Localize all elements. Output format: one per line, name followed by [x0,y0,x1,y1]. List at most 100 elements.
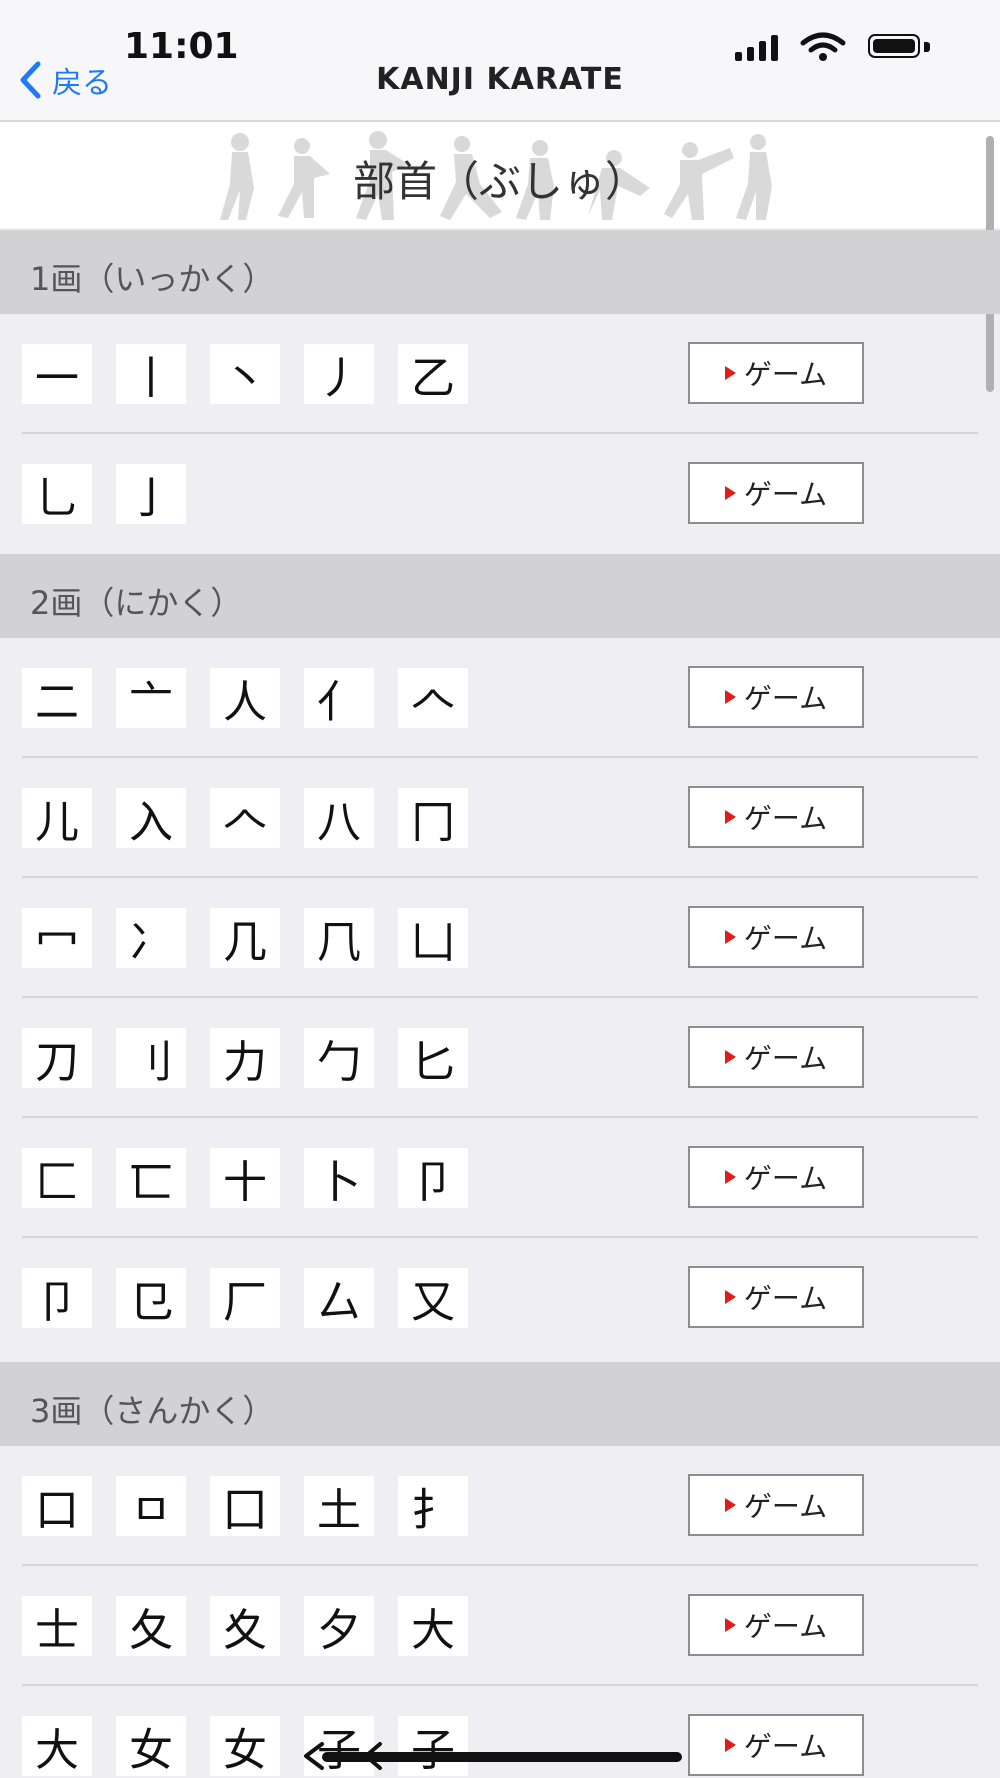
radical-tile: 卩 [22,1268,92,1328]
play-icon [724,366,736,380]
game-button[interactable]: ゲーム [688,1026,864,1088]
radical-tile: 口 [22,1476,92,1536]
play-icon [724,1170,736,1184]
radical-tile: 囗 [210,1476,280,1536]
game-button[interactable]: ゲーム [688,666,864,728]
radical-tile: 丿 [304,344,374,404]
radical-tile: 女 [116,1716,186,1776]
radical-tile: 𠆢 [210,788,280,848]
game-button[interactable]: ゲーム [688,342,864,404]
navigation-bar: 11:01 戻る KANJI KARATE [0,0,1000,122]
section-header-label: 3画（さんかく） [30,1392,275,1430]
radical-row: 乚 亅 ゲーム [0,434,1000,554]
battery-icon [868,32,930,62]
radical-tile: 刂 [116,1028,186,1088]
radical-tile: 卩 [398,1148,468,1208]
game-button[interactable]: ゲーム [688,1594,864,1656]
radical-tile: 匕 [398,1028,468,1088]
game-button-label: ゲーム [743,1490,828,1523]
play-icon [724,1498,736,1512]
page-title: 部首（ぶしゅ） [352,157,647,206]
radical-tile: 亅 [116,464,186,524]
game-button[interactable]: ゲーム [688,1266,864,1328]
play-icon [724,1050,736,1064]
game-button[interactable]: ゲーム [688,1714,864,1776]
radical-row: 匚 匸 十 卜 卩 ゲーム [0,1118,1000,1238]
radical-tile: 八 [304,788,374,848]
cellular-signal-icon [735,33,778,61]
radical-tile: 𠆢 [398,668,468,728]
game-button[interactable]: ゲーム [688,1474,864,1536]
radical-tile: 丨 [116,344,186,404]
radical-row: 儿 入 𠆢 八 冂 ゲーム [0,758,1000,878]
game-button-label: ゲーム [743,1042,828,1075]
radical-tile: 女 [210,1716,280,1776]
game-button[interactable]: ゲーム [688,906,864,968]
radical-tile: 厂 [210,1268,280,1328]
radical-tile: 丶 [210,344,280,404]
radical-tile: 大 [398,1596,468,1656]
radical-group: 儿 入 𠆢 八 冂 [22,788,468,848]
radical-group: 卩 㔾 厂 厶 又 [22,1268,468,1328]
radical-tile: 入 [116,788,186,848]
radical-tile: 亻 [304,668,374,728]
radical-tile: 人 [210,668,280,728]
radical-tile: 㔾 [116,1268,186,1328]
radical-tile: 冖 [22,908,92,968]
wifi-icon [800,32,846,61]
radical-group: 二 亠 人 亻 𠆢 [22,668,468,728]
radical-tile: 大 [22,1716,92,1776]
radical-group: 冖 冫 几 ⺇ 凵 [22,908,468,968]
play-icon [724,810,736,824]
game-button-label: ゲーム [743,802,828,835]
game-button[interactable]: ゲーム [688,462,864,524]
radical-tile: 土 [304,1476,374,1536]
status-icons [735,30,930,64]
radical-tile: 亠 [116,668,186,728]
radical-group: 一 丨 丶 丿 乙 [22,344,468,404]
radical-tile: 乙 [398,344,468,404]
radical-tile: 匸 [116,1148,186,1208]
game-button-label: ゲーム [743,922,828,955]
play-icon [724,930,736,944]
game-button-label: ゲーム [743,1730,828,1763]
play-icon [724,1738,736,1752]
play-icon [724,690,736,704]
game-button-label: ゲーム [743,1282,828,1315]
game-button-label: ゲーム [743,1610,828,1643]
section-header-3-stroke: 3画（さんかく） [0,1362,1000,1446]
banner: 部首（ぶしゅ） [0,122,1000,228]
section-header-2-stroke: 2画（にかく） [0,554,1000,638]
radical-tile: 夕 [304,1596,374,1656]
section-header-label: 1画（いっかく） [30,260,275,298]
game-button-label: ゲーム [743,478,828,511]
radical-row: 冖 冫 几 ⺇ 凵 ゲーム [0,878,1000,998]
radical-tile: 刀 [22,1028,92,1088]
radical-tile: 儿 [22,788,92,848]
radical-tile: 匚 [22,1148,92,1208]
game-button-label: ゲーム [743,358,828,391]
radical-tile: 乚 [22,464,92,524]
game-button[interactable]: ゲーム [688,1146,864,1208]
arrow-left-icon [304,1742,382,1770]
radical-tile: ⺇ [304,908,374,968]
play-icon [724,486,736,500]
radical-tile: ㅁ [116,1476,186,1536]
radical-group: 士 夂 夊 夕 大 [22,1596,468,1656]
game-button[interactable]: ゲーム [688,786,864,848]
radical-tile: 夊 [210,1596,280,1656]
radical-row: 卩 㔾 厂 厶 又 ゲーム [0,1238,1000,1358]
status-time: 11:01 [124,26,239,67]
radical-tile: 厶 [304,1268,374,1328]
radical-tile: 力 [210,1028,280,1088]
section-header-1-stroke: 1画（いっかく） [0,230,1000,314]
radical-group: 匚 匸 十 卜 卩 [22,1148,468,1208]
radical-tile: 冫 [116,908,186,968]
radical-tile: 扌 [398,1476,468,1536]
game-button-label: ゲーム [743,682,828,715]
radical-group: 口 ㅁ 囗 土 扌 [22,1476,468,1536]
play-icon [724,1618,736,1632]
radical-tile: 几 [210,908,280,968]
radical-row: 一 丨 丶 丿 乙 ゲーム [0,314,1000,434]
radical-tile: 一 [22,344,92,404]
